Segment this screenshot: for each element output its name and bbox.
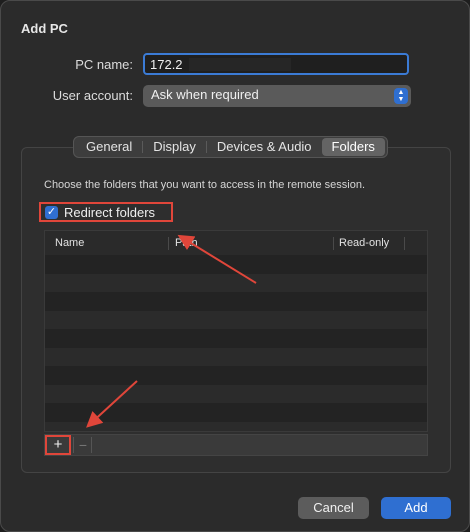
table-row (45, 347, 427, 366)
tab-general[interactable]: General (76, 138, 142, 156)
cancel-button[interactable]: Cancel (298, 497, 369, 519)
table-row (45, 310, 427, 329)
column-header-read-only[interactable]: Read-only (339, 237, 389, 249)
redirect-folders-label: Redirect folders (64, 204, 156, 220)
table-row (45, 384, 427, 403)
checkmark-icon: ✓ (45, 205, 58, 219)
table-row (45, 273, 427, 292)
column-divider (404, 237, 405, 250)
remove-folder-button[interactable]: − (75, 435, 91, 455)
table-row (45, 366, 427, 385)
column-divider (168, 237, 169, 250)
table-toolbar: + − (44, 434, 428, 456)
pc-name-input[interactable]: 172.2 (143, 53, 409, 75)
pc-name-value: 172.2 (150, 57, 183, 72)
folders-table[interactable]: Name Path Read-only (44, 230, 428, 432)
tab-display[interactable]: Display (143, 138, 206, 156)
table-rows (45, 255, 427, 431)
dialog-title: Add PC (21, 21, 68, 36)
pc-name-label: PC name: (75, 57, 133, 72)
column-header-path[interactable]: Path (175, 237, 198, 249)
add-folder-button[interactable]: + (45, 435, 71, 455)
tab-bar: General Display Devices & Audio Folders (73, 136, 388, 158)
table-row (45, 421, 427, 431)
tab-devices-audio[interactable]: Devices & Audio (207, 138, 322, 156)
user-account-value: Ask when required (151, 87, 259, 102)
table-row (45, 329, 427, 348)
add-pc-dialog: Add PC PC name: 172.2 User account: Ask … (0, 0, 470, 532)
redirect-folders-checkbox[interactable]: ✓ Redirect folders (39, 202, 173, 222)
folders-description: Choose the folders that you want to acce… (44, 179, 366, 191)
user-account-select[interactable]: Ask when required ▲ ▼ (143, 85, 411, 107)
column-header-name[interactable]: Name (55, 237, 84, 249)
column-divider (333, 237, 334, 250)
toolbar-divider (73, 437, 74, 453)
chevron-updown-icon: ▲ ▼ (394, 88, 408, 104)
toolbar-divider (91, 437, 92, 453)
add-button[interactable]: Add (381, 497, 451, 519)
table-row (45, 403, 427, 422)
user-account-label: User account: (52, 88, 133, 103)
redaction-block (189, 58, 291, 71)
table-header: Name Path Read-only (45, 231, 427, 255)
table-row (45, 292, 427, 311)
table-row (45, 255, 427, 274)
tab-folders[interactable]: Folders (321, 138, 385, 156)
